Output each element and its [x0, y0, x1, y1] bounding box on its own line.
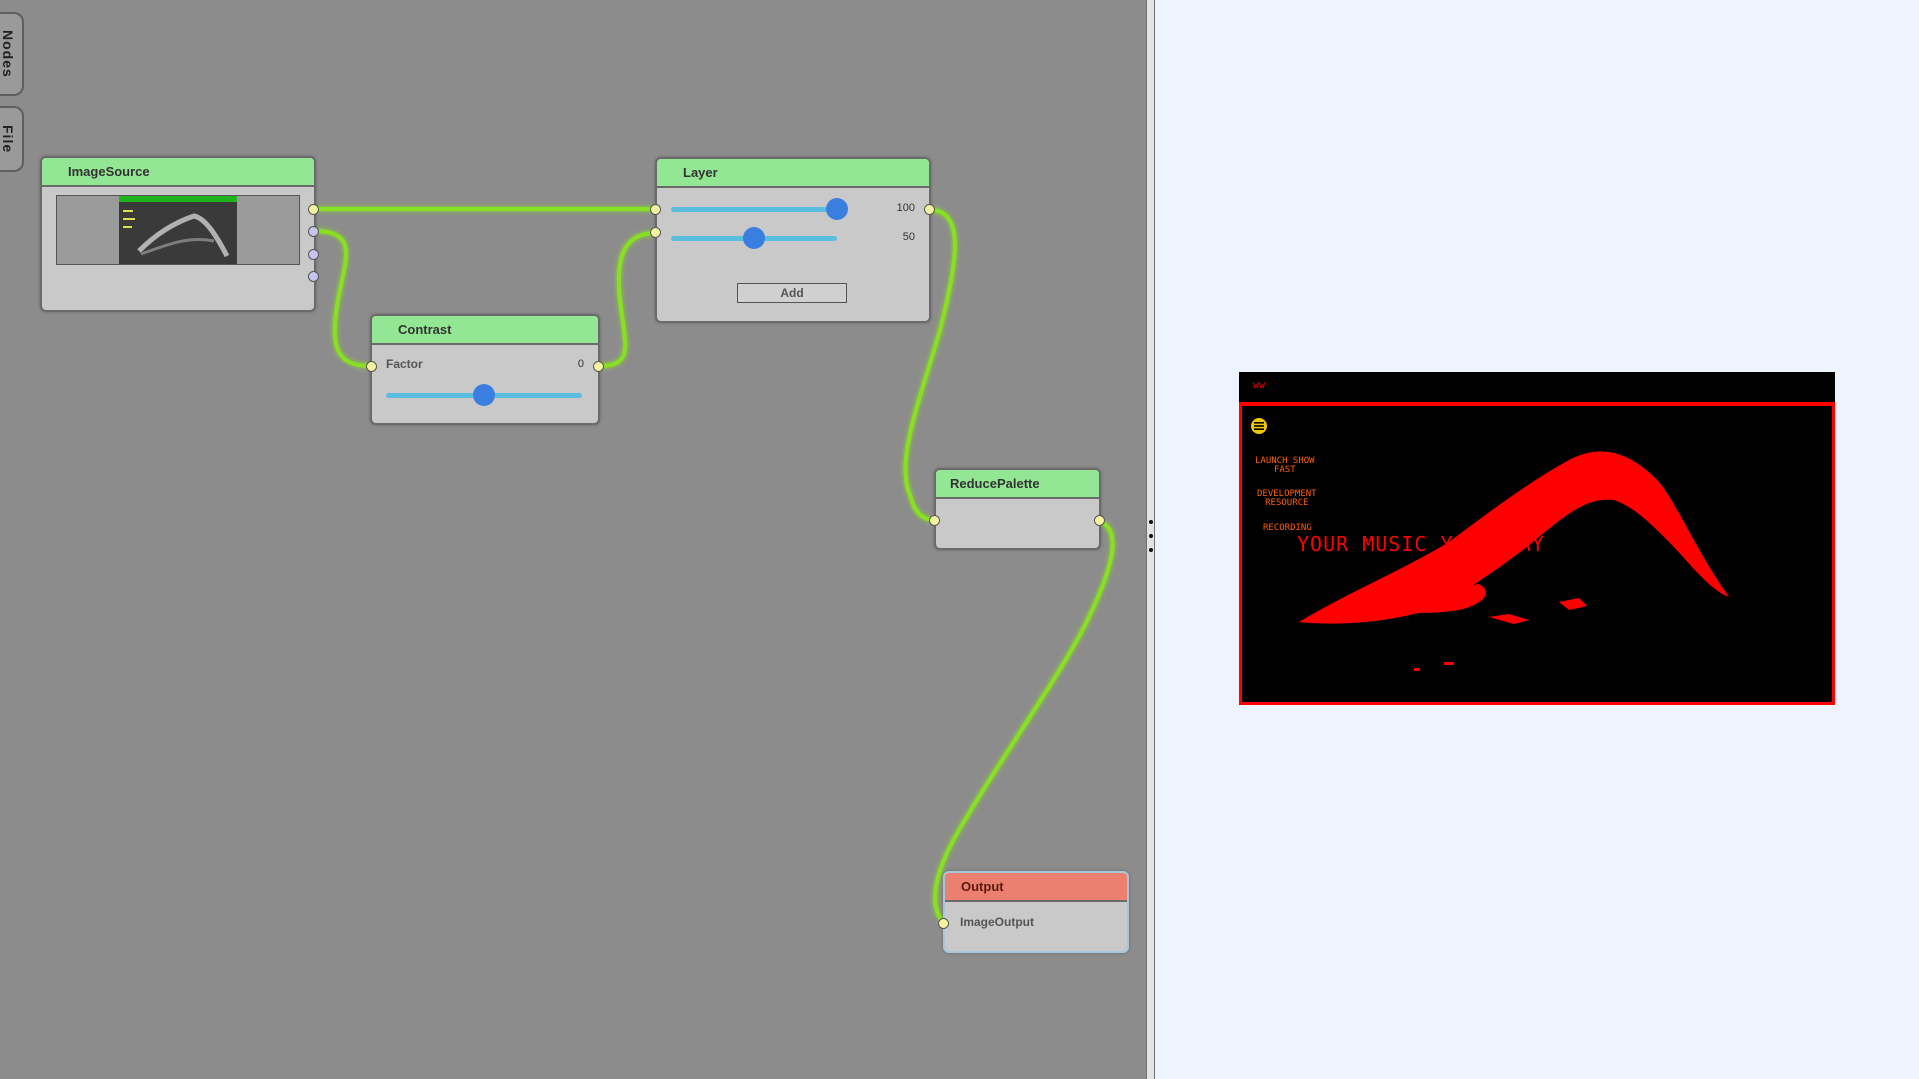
reduce-palette-output-port[interactable] — [1094, 515, 1105, 526]
reduce-palette-input-port[interactable] — [929, 515, 940, 526]
output-preview-image: ww LAUNCH SHOW FAST DEVELOPMENT RESOURCE… — [1239, 372, 1835, 705]
output-port-label: ImageOutput — [960, 915, 1034, 929]
node-image-source-title: ImageSource — [42, 158, 314, 187]
output-input-port[interactable] — [938, 918, 949, 929]
splitter-grip-dot — [1149, 520, 1153, 524]
wire-imagesource-to-contrast — [312, 229, 372, 368]
tab-file[interactable]: File — [0, 106, 24, 172]
layer-slider-1[interactable] — [671, 198, 848, 220]
contrast-factor-value: 0 — [577, 358, 584, 370]
panel-splitter[interactable] — [1146, 0, 1155, 1079]
tab-file-label: File — [0, 124, 16, 154]
layer-slider-1-value: 100 — [896, 202, 915, 214]
tab-nodes-label: Nodes — [0, 30, 16, 78]
image-source-port-4[interactable] — [308, 271, 319, 282]
splitter-grip-dot — [1149, 534, 1153, 538]
splitter-grip-dot — [1149, 548, 1153, 552]
node-reduce-palette-title: ReducePalette — [936, 470, 1099, 499]
node-output-title: Output — [945, 873, 1127, 902]
node-output[interactable]: Output ImageOutput — [943, 871, 1129, 953]
image-source-port-3[interactable] — [308, 249, 319, 260]
node-contrast-title: Contrast — [372, 316, 598, 345]
node-image-source[interactable]: ImageSource — [40, 156, 316, 312]
node-reduce-palette[interactable]: ReducePalette — [934, 468, 1101, 550]
node-editor-canvas[interactable]: Nodes File ImageSource Contrast Factor 0 — [0, 0, 1146, 1079]
layer-slider-1-knob[interactable] — [826, 198, 848, 220]
wire-reducepalette-to-output — [933, 519, 1115, 924]
layer-slider-2[interactable] — [671, 227, 837, 249]
node-contrast[interactable]: Contrast Factor 0 — [370, 314, 600, 425]
contrast-output-port[interactable] — [593, 361, 604, 372]
image-source-port-2[interactable] — [308, 226, 319, 237]
contrast-factor-slider-knob[interactable] — [473, 384, 495, 406]
image-source-port-1[interactable] — [308, 204, 319, 215]
layer-add-button[interactable]: Add — [737, 283, 847, 303]
preview-headline: YOUR MUSIC YOUR WAY — [1297, 532, 1545, 556]
layer-slider-2-value: 50 — [902, 231, 915, 243]
node-layer-title: Layer — [657, 159, 929, 188]
wire-contrast-to-layer — [597, 231, 658, 368]
layer-output-port[interactable] — [924, 204, 935, 215]
contrast-factor-slider[interactable] — [386, 384, 582, 406]
tab-nodes[interactable]: Nodes — [0, 12, 24, 96]
node-layer[interactable]: Layer 100 50 Add — [655, 157, 931, 323]
contrast-factor-label: Factor — [386, 357, 423, 371]
layer-input-port-2[interactable] — [650, 227, 661, 238]
layer-slider-2-knob[interactable] — [743, 227, 765, 249]
layer-input-port-1[interactable] — [650, 204, 661, 215]
preview-panel: ww LAUNCH SHOW FAST DEVELOPMENT RESOURCE… — [1155, 0, 1919, 1079]
image-source-thumbnail — [56, 195, 300, 265]
contrast-input-port[interactable] — [366, 361, 377, 372]
